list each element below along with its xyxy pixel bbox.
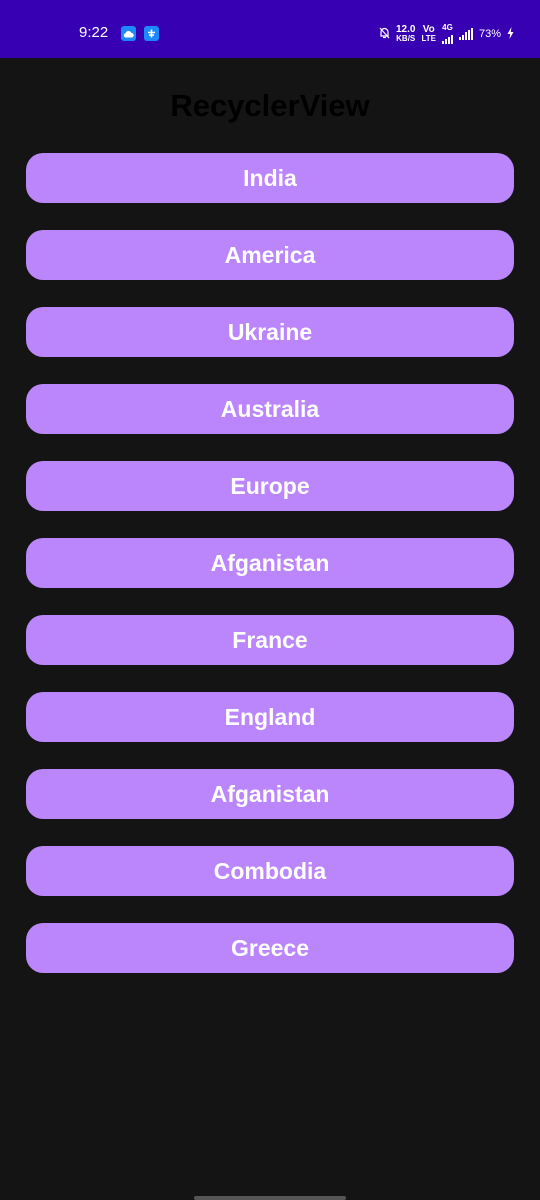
country-button-combodia[interactable]: Combodia [26,846,514,896]
status-icons: 12.0 KB/S Vo LTE 4G 73% [379,24,514,44]
net-speed-unit: KB/S [396,34,416,43]
status-time: 9:22 [79,24,109,41]
net-speed: 12.0 KB/S [396,25,415,43]
country-button-france[interactable]: France [26,615,514,665]
country-button-england[interactable]: England [26,692,514,742]
app-notification-icon [144,26,159,41]
signal-strength-icon [458,28,473,40]
country-button-afganistan-2[interactable]: Afganistan [26,769,514,819]
mute-bell-icon [379,27,390,41]
country-button-india[interactable]: India [26,153,514,203]
country-button-afganistan[interactable]: Afganistan [26,538,514,588]
cloud-icon [121,26,136,41]
page-title: RecyclerView [170,88,370,123]
volte-indicator: Vo LTE [421,25,436,43]
home-indicator[interactable] [194,1196,346,1200]
country-button-australia[interactable]: Australia [26,384,514,434]
status-bar: 9:22 12.0 KB/S Vo LTE 4G 73% [0,0,540,58]
country-button-greece[interactable]: Greece [26,923,514,973]
signal-icon [441,32,453,44]
volte-bottom: LTE [421,34,436,43]
charging-icon [507,27,514,41]
battery-level: 73% [478,27,501,40]
network-type-label: 4G [442,23,453,32]
country-button-europe[interactable]: Europe [26,461,514,511]
network-type: 4G [441,23,453,44]
country-button-ukraine[interactable]: Ukraine [26,307,514,357]
country-list[interactable]: India America Ukraine Australia Europe A… [26,153,514,1000]
country-button-america[interactable]: America [26,230,514,280]
